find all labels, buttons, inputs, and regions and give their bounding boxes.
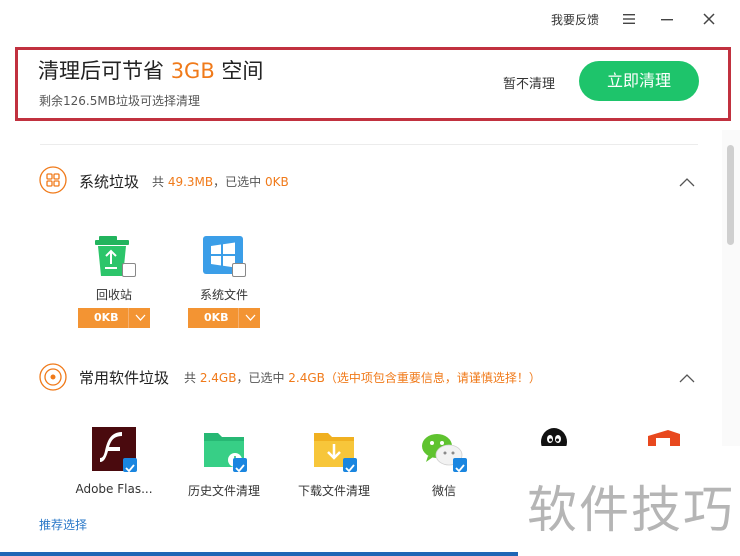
system-files-size-dropdown[interactable]: 0KB	[188, 308, 260, 328]
history-files-checkbox[interactable]	[233, 458, 247, 473]
wechat-checkbox[interactable]	[453, 458, 467, 473]
feedback-link[interactable]: 我要反馈	[551, 11, 599, 28]
chevron-down-icon	[135, 314, 146, 321]
collapse-chevron-icon[interactable]	[679, 177, 695, 187]
skip-clean-button[interactable]: 暂不清理	[503, 73, 555, 92]
item-download-files[interactable]: 下载文件清理	[284, 426, 384, 502]
taskbar-edge	[0, 552, 518, 556]
summary-subtitle: 剩余126.5MB垃圾可选择清理	[39, 94, 200, 108]
section-title-software-junk: 常用软件垃圾	[79, 369, 170, 387]
adobe-flash-checkbox[interactable]	[123, 458, 137, 473]
item-label: 回收站	[95, 288, 132, 302]
menu-icon[interactable]	[621, 12, 637, 26]
checkmark-icon	[345, 464, 355, 473]
download-files-checkbox[interactable]	[343, 458, 357, 473]
item-label: 历史文件清理	[187, 484, 260, 498]
close-icon[interactable]	[700, 10, 718, 28]
minimize-icon[interactable]	[659, 12, 675, 26]
checkmark-icon	[235, 464, 245, 473]
checkmark-icon	[125, 464, 135, 473]
collapse-chevron-icon[interactable]	[679, 373, 695, 383]
section-title-system-junk: 系统垃圾	[79, 173, 140, 191]
scrollbar-thumb[interactable]	[727, 145, 734, 245]
chevron-down-icon	[245, 314, 256, 321]
system-files-checkbox[interactable]	[232, 263, 246, 277]
title-bar: 我要反馈	[0, 0, 740, 40]
saved-space-amount: 3GB	[170, 59, 215, 83]
watermark-text: 软件技巧	[527, 481, 735, 539]
section-meta-system-junk: 共 49.3MB，已选中 0KB	[152, 175, 289, 189]
item-label: 微信	[431, 484, 456, 498]
system-junk-icon	[39, 166, 67, 194]
item-label: 下载文件清理	[297, 484, 370, 498]
software-junk-icon	[39, 363, 67, 391]
item-label: Adobe Flas...	[75, 482, 153, 496]
summary-title: 清理后可节省 3GB 空间	[38, 59, 264, 83]
recycle-bin-size-dropdown[interactable]: 0KB	[78, 308, 150, 328]
checkmark-icon	[455, 464, 465, 473]
item-adobe-flash[interactable]: Adobe Flas...	[64, 426, 164, 502]
recommend-select-link[interactable]: 推荐选择	[39, 516, 87, 533]
recycle-bin-checkbox[interactable]	[122, 263, 136, 277]
divider	[40, 144, 698, 145]
section-meta-software-junk: 共 2.4GB，已选中 2.4GB（选中项包含重要信息，请谨慎选择！）	[184, 371, 541, 385]
item-label: 系统文件	[199, 288, 248, 302]
clean-now-button[interactable]: 立即清理	[579, 61, 699, 101]
item-history-files[interactable]: 历史文件清理	[174, 426, 274, 502]
item-wechat[interactable]: 微信	[394, 426, 494, 502]
